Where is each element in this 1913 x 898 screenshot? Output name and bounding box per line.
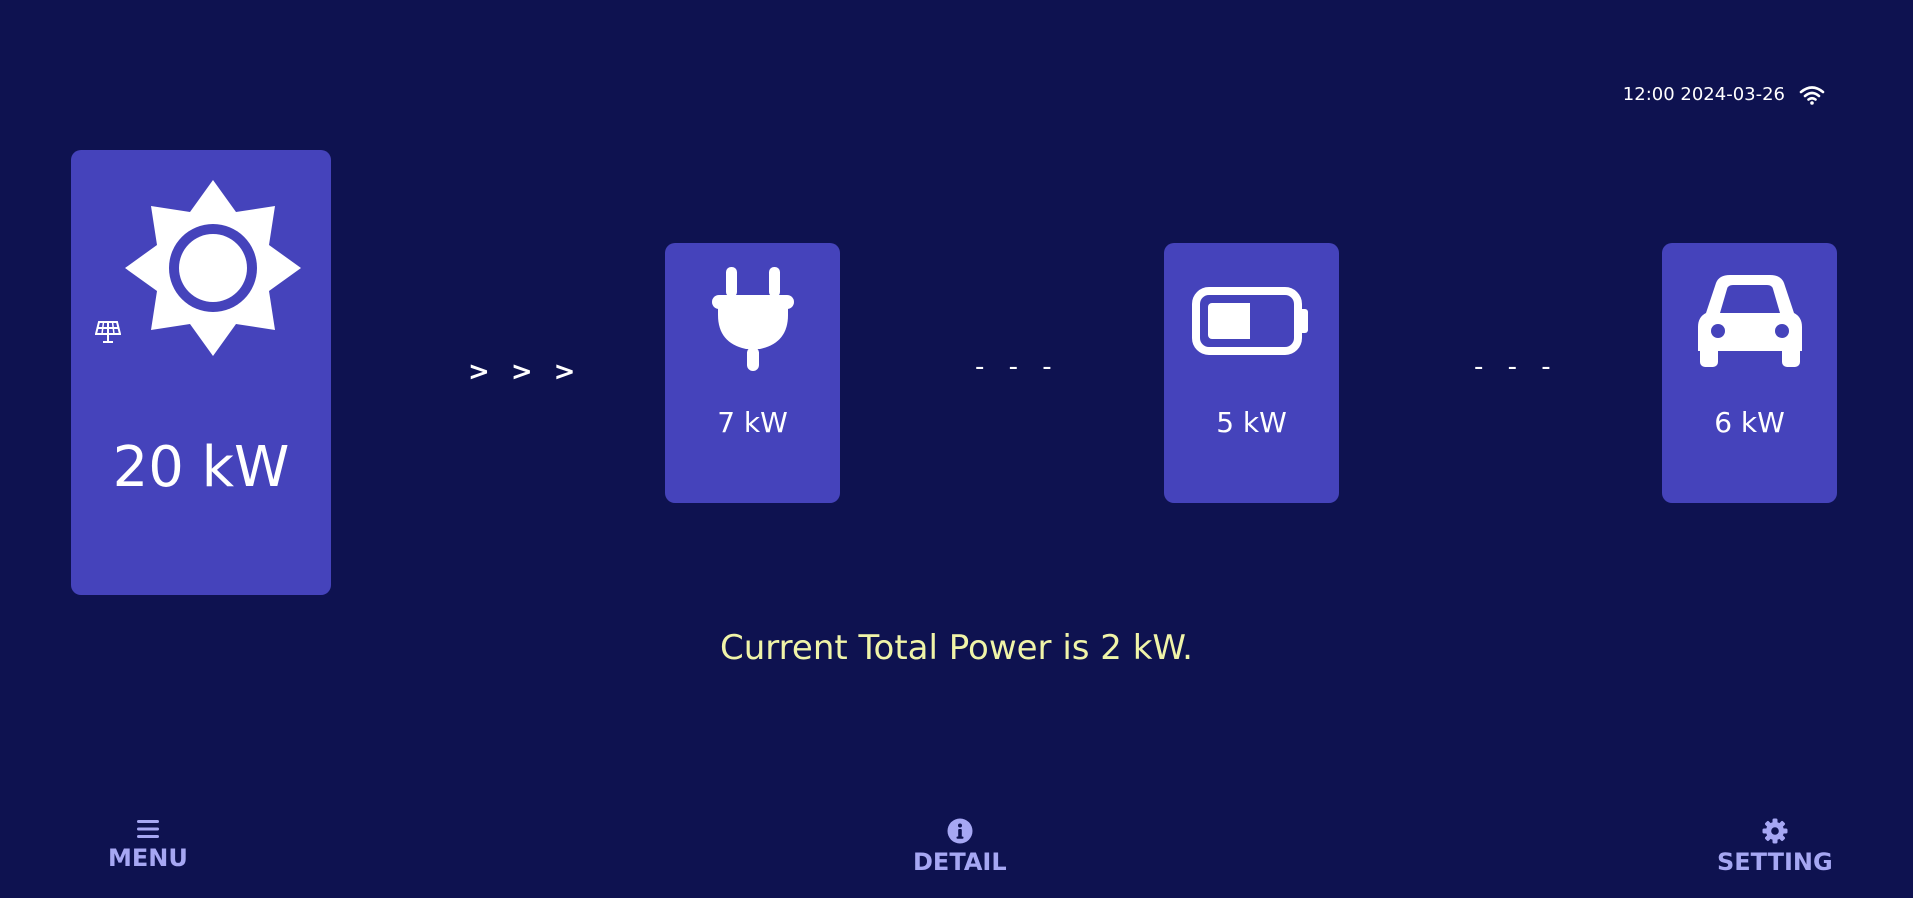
detail-button[interactable]: DETAIL bbox=[913, 818, 1007, 876]
car-icon bbox=[1662, 273, 1837, 369]
solar-power-value: 20 kW bbox=[112, 435, 290, 500]
energy-dashboard: 12:00 2024-03-26 20 kW > > > 7 kW - - - … bbox=[0, 0, 1913, 898]
car-power-value: 6 kW bbox=[1714, 406, 1785, 439]
flow-indicator-solar-grid: > > > bbox=[468, 357, 582, 387]
gear-icon bbox=[1762, 818, 1788, 844]
battery-power-value: 5 kW bbox=[1216, 406, 1287, 439]
car-card[interactable]: 6 kW bbox=[1662, 243, 1837, 503]
solar-card[interactable]: 20 kW bbox=[71, 150, 331, 595]
battery-icon bbox=[1164, 287, 1339, 355]
solar-panel-icon bbox=[94, 320, 122, 348]
detail-label: DETAIL bbox=[913, 848, 1007, 876]
setting-button[interactable]: SETTING bbox=[1717, 818, 1833, 876]
flow-indicator-grid-battery: - - - bbox=[975, 352, 1060, 382]
menu-button[interactable]: MENU bbox=[108, 818, 188, 872]
flow-indicator-battery-car: - - - bbox=[1474, 352, 1559, 382]
sun-icon bbox=[123, 178, 303, 362]
grid-power-value: 7 kW bbox=[717, 406, 788, 439]
battery-card[interactable]: 5 kW bbox=[1164, 243, 1339, 503]
total-power-summary: Current Total Power is 2 kW. bbox=[720, 628, 1193, 668]
info-icon bbox=[947, 818, 973, 844]
wifi-icon bbox=[1799, 85, 1825, 105]
menu-icon bbox=[136, 820, 159, 838]
setting-label: SETTING bbox=[1717, 848, 1833, 876]
status-bar: 12:00 2024-03-26 bbox=[1623, 84, 1825, 105]
time-date: 12:00 2024-03-26 bbox=[1622, 84, 1785, 105]
menu-label: MENU bbox=[108, 844, 188, 872]
grid-card[interactable]: 7 kW bbox=[665, 243, 840, 503]
plug-icon bbox=[665, 263, 840, 373]
